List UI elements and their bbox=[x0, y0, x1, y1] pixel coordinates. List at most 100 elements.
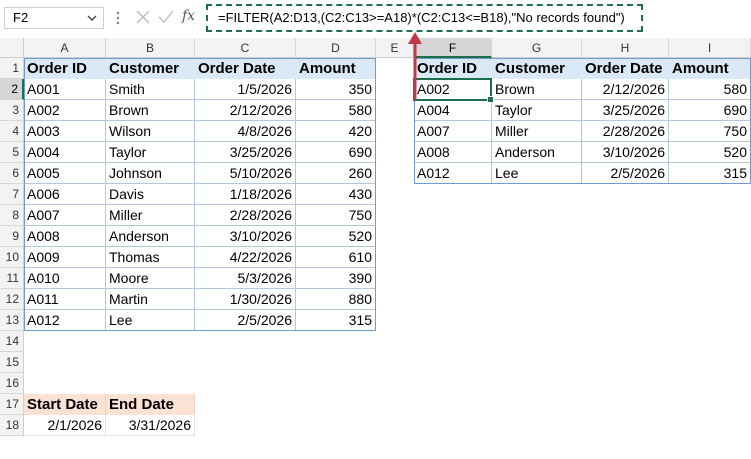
source-data-cell[interactable]: 4/8/2026 bbox=[195, 121, 296, 142]
enter-check-icon[interactable] bbox=[157, 8, 175, 26]
source-data-cell[interactable]: Johnson bbox=[106, 163, 195, 184]
source-data-cell[interactable]: 390 bbox=[296, 268, 376, 289]
result-data-cell[interactable]: A012 bbox=[414, 163, 492, 184]
column-header-g[interactable]: G bbox=[492, 38, 582, 58]
result-data-cell[interactable]: 580 bbox=[669, 79, 751, 100]
source-data-cell[interactable]: 5/3/2026 bbox=[195, 268, 296, 289]
result-data-cell[interactable]: 690 bbox=[669, 100, 751, 121]
source-data-cell[interactable]: Taylor bbox=[106, 142, 195, 163]
column-header-f[interactable]: F bbox=[414, 38, 492, 58]
column-header-i[interactable]: I bbox=[669, 38, 751, 58]
result-data-cell[interactable]: A004 bbox=[414, 100, 492, 121]
source-data-cell[interactable]: Anderson bbox=[106, 226, 195, 247]
source-data-cell[interactable]: Smith bbox=[106, 79, 195, 100]
source-data-cell[interactable]: 2/28/2026 bbox=[195, 205, 296, 226]
row-header-13[interactable]: 13 bbox=[0, 310, 24, 331]
result-data-cell[interactable]: A008 bbox=[414, 142, 492, 163]
result-data-cell[interactable]: 750 bbox=[669, 121, 751, 142]
row-header-14[interactable]: 14 bbox=[0, 331, 24, 352]
more-options-icon[interactable] bbox=[116, 10, 120, 26]
name-box[interactable]: F2 bbox=[4, 7, 104, 29]
source-data-cell[interactable]: Martin bbox=[106, 289, 195, 310]
row-header-1[interactable]: 1 bbox=[0, 58, 24, 79]
source-data-cell[interactable]: 1/5/2026 bbox=[195, 79, 296, 100]
source-data-cell[interactable]: A006 bbox=[24, 184, 106, 205]
source-data-cell[interactable]: 1/18/2026 bbox=[195, 184, 296, 205]
source-data-cell[interactable]: A004 bbox=[24, 142, 106, 163]
result-data-cell[interactable]: 2/5/2026 bbox=[582, 163, 669, 184]
result-header-cell[interactable]: Amount bbox=[669, 58, 751, 79]
source-header-cell[interactable]: Order Date bbox=[195, 58, 296, 79]
column-header-a[interactable]: A bbox=[24, 38, 106, 58]
row-header-9[interactable]: 9 bbox=[0, 226, 24, 247]
row-header-16[interactable]: 16 bbox=[0, 373, 24, 394]
source-header-cell[interactable]: Customer bbox=[106, 58, 195, 79]
result-header-cell[interactable]: Order Date bbox=[582, 58, 669, 79]
column-header-h[interactable]: H bbox=[582, 38, 669, 58]
source-data-cell[interactable]: Moore bbox=[106, 268, 195, 289]
source-data-cell[interactable]: 315 bbox=[296, 310, 376, 331]
source-data-cell[interactable]: A008 bbox=[24, 226, 106, 247]
source-data-cell[interactable]: 580 bbox=[296, 100, 376, 121]
row-header-11[interactable]: 11 bbox=[0, 268, 24, 289]
source-data-cell[interactable]: 3/25/2026 bbox=[195, 142, 296, 163]
source-data-cell[interactable]: 880 bbox=[296, 289, 376, 310]
result-data-cell[interactable]: 3/10/2026 bbox=[582, 142, 669, 163]
column-header-d[interactable]: D bbox=[296, 38, 376, 58]
result-data-cell[interactable]: 2/12/2026 bbox=[582, 79, 669, 100]
source-data-cell[interactable]: 610 bbox=[296, 247, 376, 268]
source-data-cell[interactable]: A003 bbox=[24, 121, 106, 142]
source-data-cell[interactable]: A012 bbox=[24, 310, 106, 331]
chevron-down-icon[interactable] bbox=[85, 8, 99, 28]
result-header-cell[interactable]: Customer bbox=[492, 58, 582, 79]
column-header-c[interactable]: C bbox=[195, 38, 296, 58]
row-header-17[interactable]: 17 bbox=[0, 394, 24, 415]
result-header-cell[interactable]: Order ID bbox=[414, 58, 492, 79]
source-data-cell[interactable]: Lee bbox=[106, 310, 195, 331]
row-header-4[interactable]: 4 bbox=[0, 121, 24, 142]
result-data-cell[interactable]: 3/25/2026 bbox=[582, 100, 669, 121]
source-data-cell[interactable]: A001 bbox=[24, 79, 106, 100]
row-header-7[interactable]: 7 bbox=[0, 184, 24, 205]
source-data-cell[interactable]: 1/30/2026 bbox=[195, 289, 296, 310]
row-header-2[interactable]: 2 bbox=[0, 79, 24, 100]
row-header-12[interactable]: 12 bbox=[0, 289, 24, 310]
source-header-cell[interactable]: Amount bbox=[296, 58, 376, 79]
result-data-cell[interactable]: 315 bbox=[669, 163, 751, 184]
row-header-8[interactable]: 8 bbox=[0, 205, 24, 226]
source-data-cell[interactable]: Miller bbox=[106, 205, 195, 226]
source-data-cell[interactable]: 260 bbox=[296, 163, 376, 184]
source-data-cell[interactable]: A011 bbox=[24, 289, 106, 310]
row-header-3[interactable]: 3 bbox=[0, 100, 24, 121]
result-data-cell[interactable]: Anderson bbox=[492, 142, 582, 163]
row-header-18[interactable]: 18 bbox=[0, 415, 24, 436]
insert-function-icon[interactable]: fx bbox=[182, 8, 200, 28]
source-data-cell[interactable]: 520 bbox=[296, 226, 376, 247]
criteria-header-cell[interactable]: Start Date bbox=[24, 394, 106, 415]
source-data-cell[interactable]: A007 bbox=[24, 205, 106, 226]
source-data-cell[interactable]: 420 bbox=[296, 121, 376, 142]
source-data-cell[interactable]: Davis bbox=[106, 184, 195, 205]
result-data-cell[interactable]: Miller bbox=[492, 121, 582, 142]
criteria-header-cell[interactable]: End Date bbox=[106, 394, 195, 415]
source-data-cell[interactable]: 690 bbox=[296, 142, 376, 163]
result-data-cell[interactable]: 520 bbox=[669, 142, 751, 163]
source-data-cell[interactable]: 350 bbox=[296, 79, 376, 100]
source-header-cell[interactable]: Order ID bbox=[24, 58, 106, 79]
row-header-10[interactable]: 10 bbox=[0, 247, 24, 268]
start-date-cell[interactable]: 2/1/2026 bbox=[24, 415, 106, 436]
source-data-cell[interactable]: Brown bbox=[106, 100, 195, 121]
row-header-15[interactable]: 15 bbox=[0, 352, 24, 373]
source-data-cell[interactable]: 2/5/2026 bbox=[195, 310, 296, 331]
source-data-cell[interactable]: 3/10/2026 bbox=[195, 226, 296, 247]
row-header-6[interactable]: 6 bbox=[0, 163, 24, 184]
column-header-b[interactable]: B bbox=[106, 38, 195, 58]
formula-input[interactable]: =FILTER(A2:D13,(C2:C13>=A18)*(C2:C13<=B1… bbox=[206, 4, 643, 32]
result-data-cell[interactable]: A002 bbox=[414, 79, 492, 100]
end-date-cell[interactable]: 3/31/2026 bbox=[106, 415, 195, 436]
result-data-cell[interactable]: Taylor bbox=[492, 100, 582, 121]
select-all-corner[interactable] bbox=[0, 38, 24, 58]
source-data-cell[interactable]: A005 bbox=[24, 163, 106, 184]
result-data-cell[interactable]: Brown bbox=[492, 79, 582, 100]
result-data-cell[interactable]: 2/28/2026 bbox=[582, 121, 669, 142]
